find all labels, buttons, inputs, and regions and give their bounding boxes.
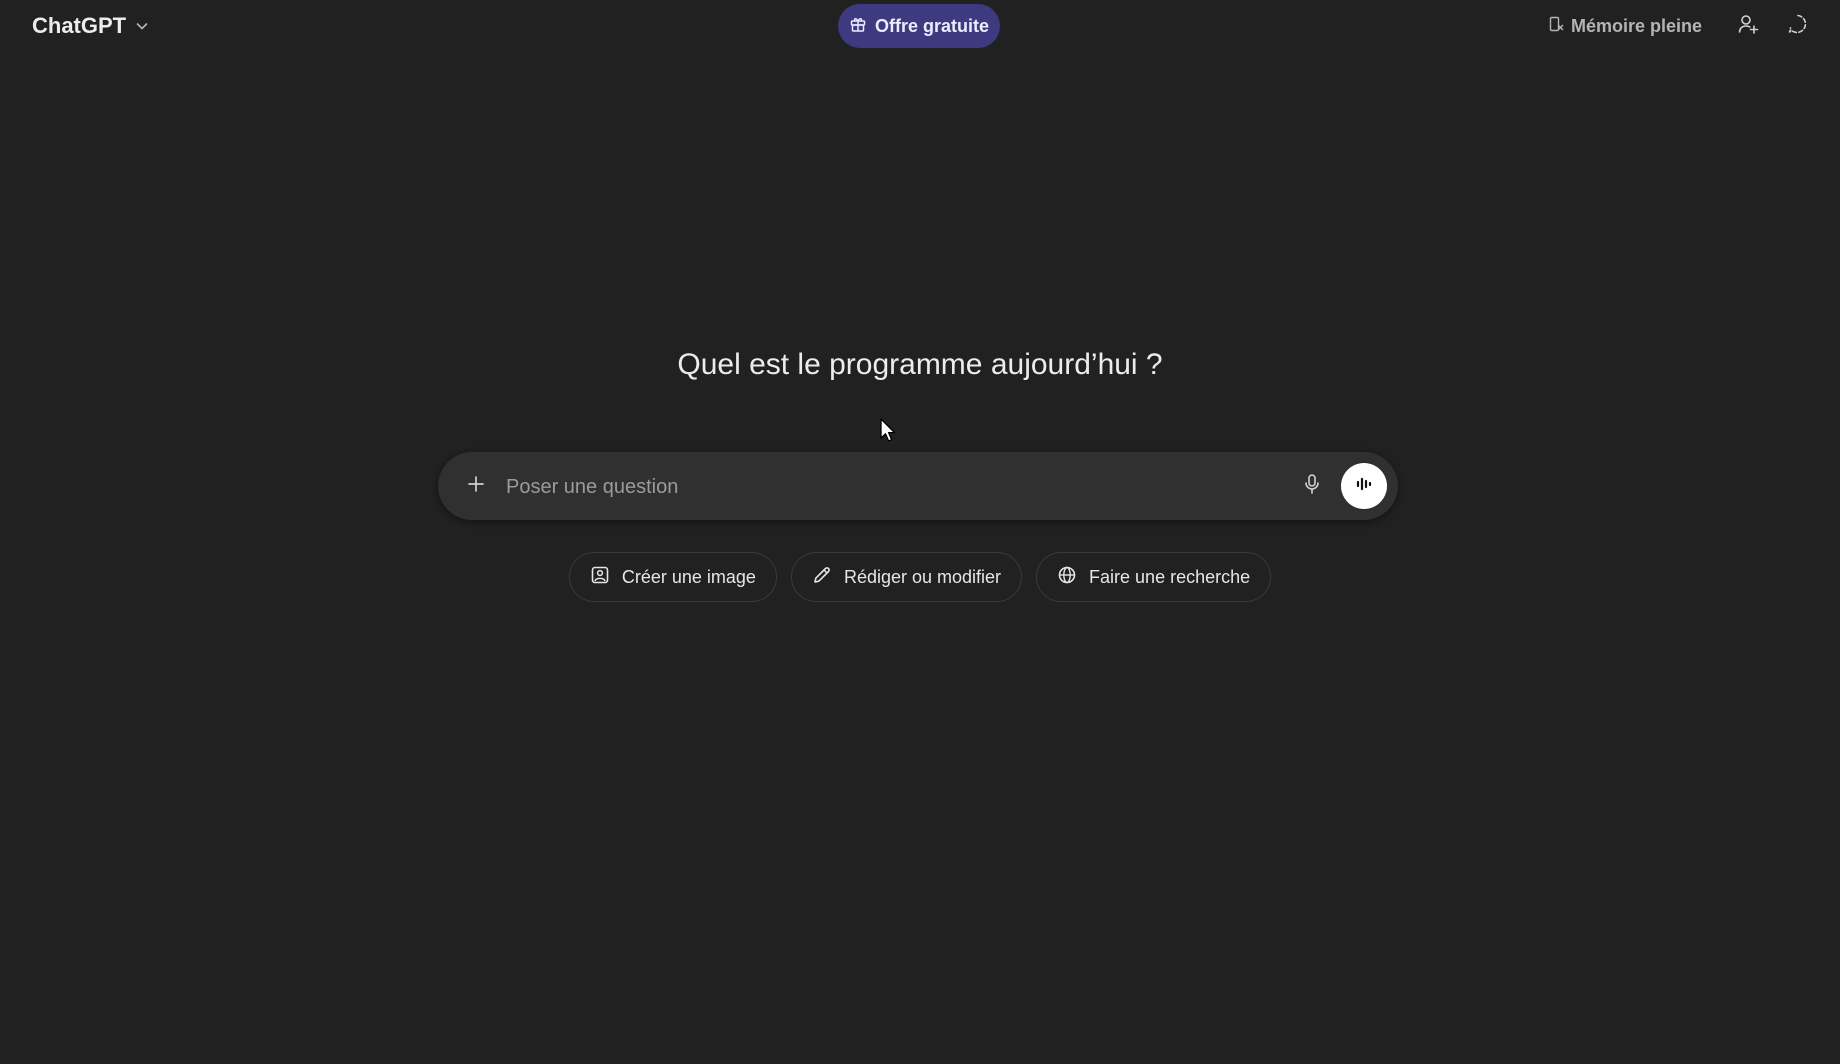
pencil-icon: [812, 565, 832, 590]
chat-app: ChatGPT Offre gratuite Mémoire pleine Qu…: [0, 0, 1840, 1064]
prompt-composer: [438, 452, 1398, 520]
plus-icon: [466, 474, 486, 499]
voice-waveform-icon: [1353, 473, 1375, 500]
share-add-user-button[interactable]: [1732, 10, 1764, 42]
temporary-chat-button[interactable]: [1782, 10, 1814, 42]
memory-full-label: Mémoire pleine: [1570, 15, 1702, 36]
globe-icon: [1057, 565, 1077, 590]
add-user-icon: [1737, 13, 1759, 40]
prompt-input[interactable]: [504, 466, 1318, 508]
model-selector-button[interactable]: ChatGPT: [22, 10, 160, 42]
mouse-cursor-icon: [879, 418, 899, 449]
voice-mode-button[interactable]: [1341, 463, 1387, 509]
search-chip[interactable]: Faire une recherche: [1036, 552, 1272, 602]
chip-label: Rédiger ou modifier: [843, 566, 1002, 587]
suggestion-chips: Créer une image Rédiger ou modifier Fair…: [0, 552, 1840, 602]
chevron-down-icon: [134, 18, 150, 34]
write-edit-chip[interactable]: Rédiger ou modifier: [790, 552, 1023, 602]
temporary-chat-icon: [1787, 13, 1809, 40]
create-image-chip[interactable]: Créer une image: [568, 552, 777, 602]
chip-label: Faire une recherche: [1089, 566, 1251, 587]
memory-full-button[interactable]: Mémoire pleine: [1547, 15, 1702, 38]
chip-label: Créer une image: [621, 566, 756, 587]
free-offer-label: Offre gratuite: [874, 15, 989, 36]
model-title: ChatGPT: [32, 13, 127, 38]
top-bar: ChatGPT Offre gratuite Mémoire pleine: [0, 0, 1840, 52]
memory-off-icon: [1547, 15, 1565, 38]
image-icon: [590, 565, 610, 590]
dictate-button[interactable]: [1296, 470, 1328, 502]
attach-button[interactable]: [460, 470, 492, 502]
header-actions: Mémoire pleine: [1547, 8, 1814, 44]
microphone-icon: [1302, 473, 1322, 500]
free-offer-button[interactable]: Offre gratuite: [838, 4, 1000, 48]
gift-icon: [849, 15, 867, 38]
page-heading: Quel est le programme aujourd’hui ?: [677, 348, 1163, 381]
